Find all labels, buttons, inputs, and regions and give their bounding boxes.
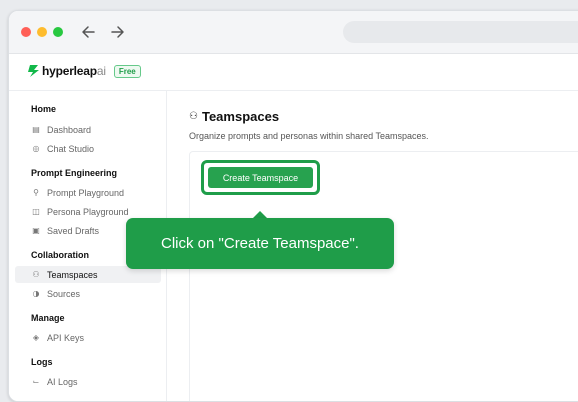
sidebar-item-label: Dashboard: [47, 124, 92, 135]
drafts-icon: ▣: [32, 226, 40, 235]
section-title-manage: Manage: [31, 313, 65, 323]
brand-logo[interactable]: hyperleapai Free: [27, 64, 141, 78]
chart-icon: ⌙: [32, 377, 40, 386]
page-title: ⚇ Teamspaces: [189, 109, 279, 124]
section-title-home: Home: [31, 104, 57, 114]
section-title-collaboration: Collaboration: [31, 250, 89, 260]
highlight-outline: Create Teamspace: [201, 160, 320, 195]
chat-icon: ◎: [32, 144, 40, 153]
persona-icon: ◫: [32, 207, 40, 216]
section-title-prompt-engineering: Prompt Engineering: [31, 168, 118, 178]
sidebar-item-label: Prompt Playground: [47, 187, 125, 198]
dashboard-icon: ▤: [32, 125, 40, 134]
forward-arrow-icon[interactable]: [107, 22, 127, 42]
close-window-button[interactable]: [21, 27, 31, 37]
sidebar-item-label: Sources: [47, 288, 81, 299]
page-title-text: Teamspaces: [201, 109, 280, 124]
sidebar-item-chat-studio[interactable]: ◎ Chat Studio: [15, 140, 161, 157]
back-arrow-icon[interactable]: [79, 22, 99, 42]
sidebar-item-ai-logs[interactable]: ⌙ AI Logs: [15, 373, 161, 390]
sidebar-item-prompt-playground[interactable]: ⚲ Prompt Playground: [15, 184, 161, 201]
sidebar-item-label: Teamspaces: [47, 269, 98, 280]
wand-icon: ⚲: [33, 188, 39, 197]
bolt-logo-icon: [28, 65, 39, 77]
sidebar-item-label: API Keys: [47, 332, 85, 343]
browser-window: hyperleapai Free Home ▤ Dashboard ◎ Chat…: [8, 10, 578, 402]
teamspaces-panel: Create Teamspace: [189, 151, 578, 401]
guide-tooltip: Click on "Create Teamspace".: [126, 218, 394, 269]
users-icon: ⚇: [189, 111, 198, 122]
sources-icon: ◑: [32, 289, 40, 298]
sidebar-item-label: Saved Drafts: [47, 225, 100, 236]
sidebar-item-dashboard[interactable]: ▤ Dashboard: [15, 121, 161, 138]
address-bar[interactable]: [343, 21, 578, 43]
page-subtitle: Organize prompts and personas within sha…: [189, 131, 429, 141]
shield-icon: ◈: [32, 333, 40, 342]
browser-titlebar: [9, 11, 578, 54]
sidebar-item-sources[interactable]: ◑ Sources: [15, 285, 161, 302]
users-icon: ⚇: [32, 270, 40, 279]
sidebar-item-api-keys[interactable]: ◈ API Keys: [15, 329, 161, 346]
sidebar-item-label: AI Logs: [47, 376, 78, 387]
sidebar-item-label: Chat Studio: [47, 143, 95, 154]
app-header: hyperleapai Free: [9, 54, 578, 91]
create-teamspace-button[interactable]: Create Teamspace: [208, 167, 313, 188]
sidebar-item-label: Persona Playground: [47, 206, 129, 217]
maximize-window-button[interactable]: [53, 27, 63, 37]
section-title-logs: Logs: [31, 357, 53, 367]
plan-badge: Free: [113, 64, 141, 78]
brand-name: hyperleapai: [42, 64, 106, 78]
minimize-window-button[interactable]: [37, 27, 47, 37]
